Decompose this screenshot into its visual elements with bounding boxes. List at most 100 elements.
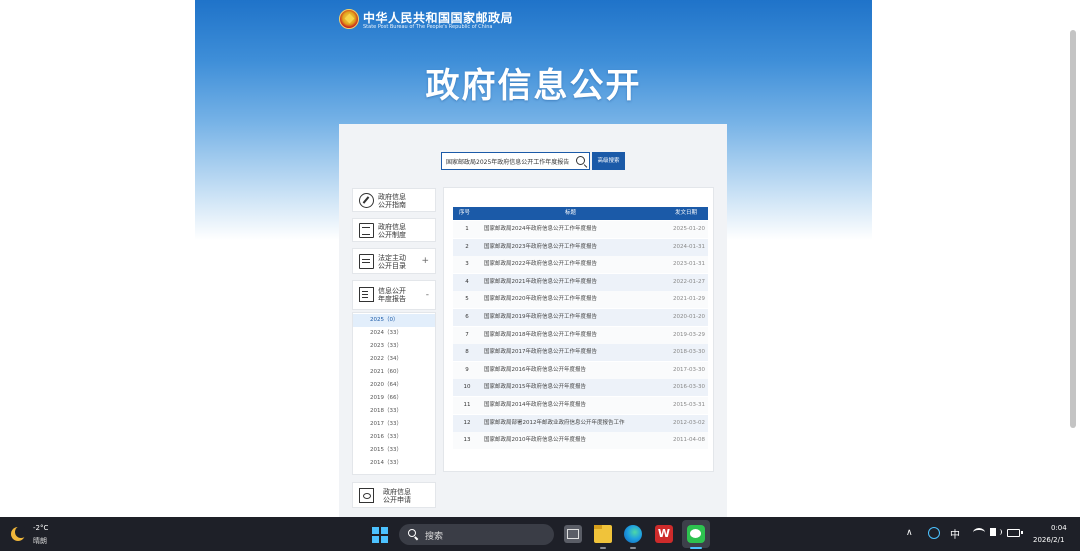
table-row[interactable]: 4 国家邮政局2021年政府信息公开工作年度报告 2022-01-27	[453, 273, 708, 291]
row-title-link[interactable]: 国家邮政局部署2012年邮政业政府信息公开年度报告工作	[484, 415, 659, 432]
advanced-search-button[interactable]: 高级搜索	[592, 152, 625, 170]
compass-icon	[359, 193, 374, 208]
scrollbar-thumb[interactable]	[1070, 30, 1076, 428]
year-item[interactable]: 2023（33）	[353, 340, 435, 353]
row-date: 2012-03-02	[673, 419, 705, 426]
table-row[interactable]: 3 国家邮政局2022年政府信息公开工作年度报告 2023-01-31	[453, 256, 708, 274]
weather-condition[interactable]: 晴朗	[33, 536, 47, 546]
sidebar-item-label: 政府信息 公开指南	[378, 193, 406, 209]
row-title-link[interactable]: 国家邮政局2022年政府信息公开工作年度报告	[484, 256, 659, 273]
year-item[interactable]: 2016（33）	[353, 431, 435, 444]
collapse-icon[interactable]: -	[426, 290, 429, 300]
row-number: 11	[463, 402, 471, 408]
input-method-indicator[interactable]: 中	[950, 526, 960, 541]
row-title-link[interactable]: 国家邮政局2018年政府信息公开工作年度报告	[484, 327, 659, 344]
report-table: 序号 标题 发文日期 1 国家邮政局2024年政府信息公开工作年度报告 2025-0…	[443, 187, 714, 472]
taskbar-search-box[interactable]: 搜索	[399, 524, 554, 545]
row-number: 3	[465, 261, 469, 268]
year-item[interactable]: 2020（64）	[353, 379, 435, 392]
apply-icon	[359, 488, 374, 503]
table-row[interactable]: 13 国家邮政局2010年政府信息公开年度报告 2011-04-08	[453, 432, 708, 450]
table-row[interactable]: 5 国家邮政局2020年政府信息公开工作年度报告 2021-01-29	[453, 291, 708, 309]
row-date: 2015-03-31	[673, 402, 705, 408]
search-input[interactable]: 国家邮政局2025年政府信息公开工作年度报告	[441, 152, 590, 170]
sidebar-item-label: 政府信息 公开申请	[383, 488, 411, 504]
windows-start-icon[interactable]	[372, 527, 388, 543]
row-date: 2025-01-20	[673, 226, 705, 232]
sidebar-item-label: 法定主动 公开目录	[378, 254, 406, 270]
sidebar-item-annual-reports[interactable]: 信息公开 年度报告 -	[352, 280, 436, 310]
row-title-link[interactable]: 国家邮政局2020年政府信息公开工作年度报告	[484, 291, 659, 308]
report-icon	[359, 287, 374, 302]
row-date: 2022-01-27	[673, 278, 705, 285]
sidebar-item-rules[interactable]: 政府信息 公开制度	[352, 218, 436, 242]
year-item[interactable]: 2017（33）	[353, 418, 435, 431]
row-title-link[interactable]: 国家邮政局2014年政府信息公开年度报告	[484, 397, 659, 414]
national-emblem-icon	[339, 9, 359, 29]
content-panel: 国家邮政局2025年政府信息公开工作年度报告 高级搜索 政府信息 公开指南 政府…	[339, 124, 727, 517]
year-item[interactable]: 2024（33）	[353, 327, 435, 340]
year-item[interactable]: 2022（34）	[353, 353, 435, 366]
task-view-icon[interactable]	[564, 525, 582, 543]
table-row[interactable]: 12 国家邮政局部署2012年邮政业政府信息公开年度报告工作 2012-03-02	[453, 414, 708, 432]
year-item[interactable]: 2021（60）	[353, 366, 435, 379]
taskbar: -2°C 晴朗 搜索 W ∧ 中 0:04 2026/2/1	[0, 517, 1080, 551]
row-title-link[interactable]: 国家邮政局2017年政府信息公开工作年度报告	[484, 344, 659, 361]
row-title-link[interactable]: 国家邮政局2024年政府信息公开工作年度报告	[484, 221, 659, 238]
row-date: 2011-04-08	[673, 437, 705, 444]
running-indicator	[600, 547, 606, 549]
weather-temperature[interactable]: -2°C	[33, 524, 48, 532]
row-title-link[interactable]: 国家邮政局2021年政府信息公开工作年度报告	[484, 274, 659, 291]
row-title-link[interactable]: 国家邮政局2019年政府信息公开工作年度报告	[484, 309, 659, 326]
sidebar-item-apply[interactable]: 政府信息 公开申请	[352, 482, 436, 508]
search-icon[interactable]	[576, 156, 585, 165]
wifi-icon[interactable]	[973, 528, 985, 537]
wps-icon[interactable]: W	[655, 525, 673, 543]
row-title-link[interactable]: 国家邮政局2015年政府信息公开年度报告	[484, 379, 659, 396]
year-item[interactable]: 2019（66）	[353, 392, 435, 405]
row-title-link[interactable]: 国家邮政局2010年政府信息公开年度报告	[484, 432, 659, 449]
sidebar-item-guide[interactable]: 政府信息 公开指南	[352, 188, 436, 212]
table-row[interactable]: 10 国家邮政局2015年政府信息公开年度报告 2016-03-30	[453, 379, 708, 397]
file-explorer-icon[interactable]	[594, 525, 612, 543]
chevron-up-icon[interactable]: ∧	[906, 528, 913, 538]
row-number: 10	[463, 384, 471, 391]
taskbar-search-placeholder: 搜索	[425, 532, 444, 542]
browser-page: 中华人民共和国国家邮政局 State Post Bureau of The Pe…	[195, 0, 872, 517]
year-list: 2025（0） 2024（33） 2023（33） 2022（34） 2021（…	[352, 312, 436, 475]
header-no: 序号	[459, 210, 471, 216]
row-title-link[interactable]: 国家邮政局2023年政府信息公开工作年度报告	[484, 239, 659, 256]
row-number: 4	[465, 278, 469, 285]
year-item[interactable]: 2015（33）	[353, 444, 435, 457]
desktop: 中华人民共和国国家邮政局 State Post Bureau of The Pe…	[0, 0, 1080, 551]
table-row[interactable]: 7 国家邮政局2018年政府信息公开工作年度报告 2019-03-29	[453, 326, 708, 344]
row-number: 12	[463, 419, 471, 426]
row-number: 8	[465, 349, 469, 356]
table-row[interactable]: 11 国家邮政局2014年政府信息公开年度报告 2015-03-31	[453, 397, 708, 414]
site-name-english: State Post Bureau of The People's Republ…	[363, 24, 493, 30]
table-row[interactable]: 8 国家邮政局2017年政府信息公开工作年度报告 2018-03-30	[453, 344, 708, 362]
battery-icon[interactable]	[1007, 529, 1023, 537]
wechat-icon[interactable]	[687, 525, 705, 543]
sidebar-item-catalog[interactable]: 法定主动 公开目录 +	[352, 248, 436, 274]
row-title-link[interactable]: 国家邮政局2016年政府信息公开年度报告	[484, 362, 659, 379]
year-item[interactable]: 2025（0）	[353, 314, 435, 327]
sidebar-item-label: 政府信息 公开制度	[378, 223, 406, 239]
table-row[interactable]: 6 国家邮政局2019年政府信息公开工作年度报告 2020-01-20	[453, 309, 708, 326]
folder-icon	[359, 254, 374, 269]
moon-icon[interactable]	[11, 526, 27, 541]
row-date: 2023-01-31	[673, 261, 705, 268]
table-row[interactable]: 9 国家邮政局2016年政府信息公开年度报告 2017-03-30	[453, 361, 708, 379]
expand-icon[interactable]: +	[421, 256, 429, 266]
clock-time[interactable]: 0:04	[1051, 524, 1067, 532]
clock-date[interactable]: 2026/2/1	[1033, 536, 1064, 544]
row-number: 7	[465, 331, 469, 338]
row-number: 1	[465, 226, 469, 232]
sync-icon[interactable]	[928, 527, 940, 539]
year-item[interactable]: 2014（33）	[353, 457, 435, 470]
table-row[interactable]: 2 国家邮政局2023年政府信息公开工作年度报告 2024-01-31	[453, 238, 708, 256]
volume-icon[interactable]	[990, 528, 1002, 536]
table-row[interactable]: 1 国家邮政局2024年政府信息公开工作年度报告 2025-01-20	[453, 221, 708, 238]
year-item[interactable]: 2018（33）	[353, 405, 435, 418]
edge-icon[interactable]	[624, 525, 642, 543]
